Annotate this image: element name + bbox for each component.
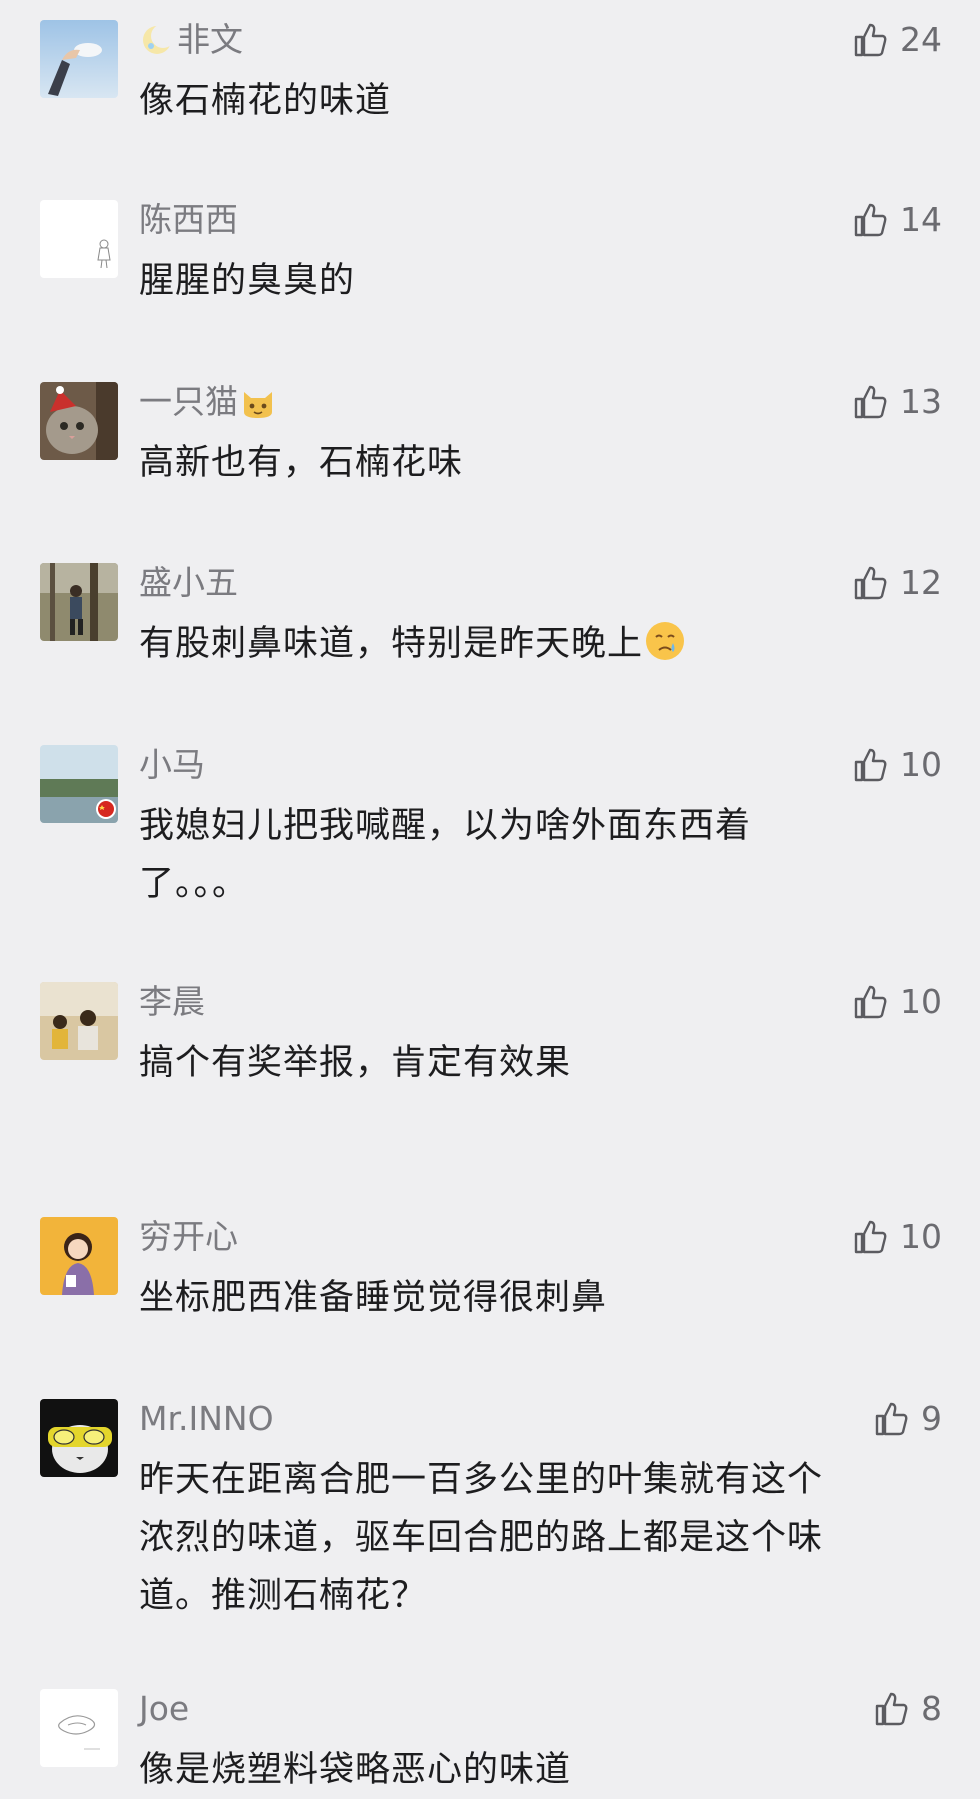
comment-author-name: 非文 xyxy=(177,20,243,59)
thumbs-up-icon xyxy=(875,1402,908,1436)
comment-author-name: Mr.INNO xyxy=(139,1399,274,1438)
sad-face-emoji-icon xyxy=(643,619,687,663)
comment-author[interactable]: Joe xyxy=(139,1689,189,1729)
sketch-logo-avatar-icon[interactable] xyxy=(40,1689,118,1767)
thumbs-up-icon xyxy=(854,385,887,419)
like-count: 10 xyxy=(900,1217,942,1256)
like-button[interactable]: 10 xyxy=(852,1217,942,1257)
comment-author[interactable]: 穷开心 xyxy=(139,1217,238,1257)
like-button[interactable]: 10 xyxy=(852,745,942,785)
like-button[interactable]: 12 xyxy=(852,563,942,603)
comment-text-body: 有股刺鼻味道，特别是昨天晚上 xyxy=(139,624,644,664)
comment-author[interactable]: 陈西西 xyxy=(139,200,238,240)
comment-author[interactable]: 小马 xyxy=(139,745,205,785)
comment-author-name: Joe xyxy=(139,1689,190,1728)
forest-runner-avatar-icon[interactable] xyxy=(40,563,118,641)
thumbs-up-icon xyxy=(854,748,887,782)
like-button[interactable]: 9 xyxy=(873,1399,942,1439)
like-count: 8 xyxy=(921,1689,942,1728)
comment-text: 高新也有，石楠花味 xyxy=(139,443,464,483)
like-button[interactable]: 13 xyxy=(852,382,942,422)
girl-yellow-avatar-icon[interactable] xyxy=(40,1217,118,1295)
comment-text: 坐标肥西准备睡觉觉得很刺鼻 xyxy=(139,1278,608,1318)
comment-author[interactable]: Mr.INNO xyxy=(139,1399,274,1439)
comment-text: 像石楠花的味道 xyxy=(139,81,392,121)
cat-sunglasses-avatar-icon[interactable] xyxy=(40,1399,118,1477)
like-count: 9 xyxy=(921,1399,942,1438)
comment-text: 搞个有奖举报，肯定有效果 xyxy=(139,1043,572,1083)
comment-author-name: 盛小五 xyxy=(139,563,238,602)
comment-author[interactable]: 一只猫 xyxy=(139,382,276,422)
comment-author[interactable]: 李晨 xyxy=(139,982,205,1022)
thumbs-up-icon xyxy=(854,203,887,237)
comment-author-name: 穷开心 xyxy=(139,1217,238,1256)
comment-author[interactable]: 盛小五 xyxy=(139,563,238,603)
like-count: 10 xyxy=(900,982,942,1021)
comment-text: 腥腥的臭臭的 xyxy=(139,261,356,301)
comment-text: 我媳妇儿把我喊醒，以为啥外面东西着 了。。。 xyxy=(139,806,752,904)
thumbs-up-icon xyxy=(854,985,887,1019)
like-button[interactable]: 8 xyxy=(873,1689,942,1729)
two-kids-avatar-icon[interactable] xyxy=(40,982,118,1060)
comment-text: 有股刺鼻味道，特别是昨天晚上 xyxy=(139,615,839,673)
like-button[interactable]: 24 xyxy=(852,20,942,60)
crescent-moon-icon xyxy=(139,22,175,58)
comment-author-name: 陈西西 xyxy=(139,200,238,239)
comment-text: 像是烧塑料袋略恶心的味道 xyxy=(139,1750,572,1790)
comment-author-name: 一只猫 xyxy=(139,382,238,421)
like-count: 14 xyxy=(900,200,942,239)
like-count: 10 xyxy=(900,745,942,784)
sketch-girl-avatar-icon[interactable] xyxy=(40,200,118,278)
like-button[interactable]: 10 xyxy=(852,982,942,1022)
like-count: 13 xyxy=(900,382,942,421)
comment-text: 昨天在距离合肥一百多公里的叶集就有这个 浓烈的味道，驱车回合肥的路上都是这个味 … xyxy=(139,1460,824,1616)
cat-face-icon xyxy=(240,384,276,420)
like-count: 24 xyxy=(900,20,942,59)
cat-santa-hat-avatar-icon[interactable] xyxy=(40,382,118,460)
thumbs-up-icon xyxy=(854,1220,887,1254)
comment-author-name: 小马 xyxy=(139,745,205,784)
hand-sky-avatar-icon[interactable] xyxy=(40,20,118,98)
thumbs-up-icon xyxy=(854,23,887,57)
lake-flag-avatar-icon[interactable] xyxy=(40,745,118,823)
thumbs-up-icon xyxy=(854,566,887,600)
thumbs-up-icon xyxy=(875,1692,908,1726)
comment-author-name: 李晨 xyxy=(139,982,205,1021)
like-button[interactable]: 14 xyxy=(852,200,942,240)
like-count: 12 xyxy=(900,563,942,602)
comment-author[interactable]: 非文 xyxy=(139,20,243,60)
